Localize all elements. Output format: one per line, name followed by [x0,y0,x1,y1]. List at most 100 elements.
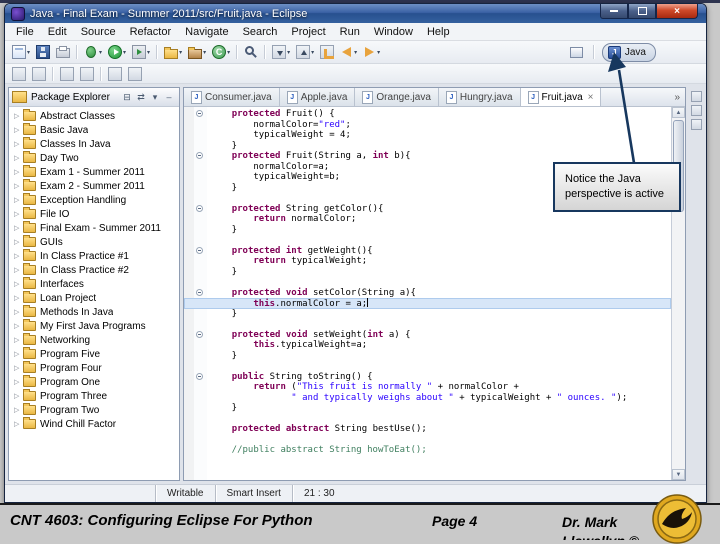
editor-tab-orange-java[interactable]: J Orange.java [355,88,439,106]
problems-view-icon[interactable] [690,119,702,130]
tree-item-guis[interactable]: ▷ GUIs [9,235,179,249]
java-browsing-icon[interactable] [10,65,28,83]
fold-marker-icon[interactable] [196,330,203,338]
fold-marker-icon[interactable] [196,204,203,212]
toggle-mark-occurrences-icon[interactable] [58,65,76,83]
dropdown-arrow-icon[interactable]: ▾ [203,49,206,56]
dropdown-arrow-icon[interactable]: ▾ [179,49,182,56]
dropdown-arrow-icon[interactable]: ▾ [99,49,102,56]
scroll-up-icon[interactable]: ▲ [672,107,685,118]
menu-navigate[interactable]: Navigate [178,25,235,39]
show-whitespace-icon[interactable] [106,65,124,83]
editor-tab-apple-java[interactable]: J Apple.java [279,88,356,106]
expand-arrow-icon[interactable]: ▷ [14,112,23,120]
dropdown-arrow-icon[interactable]: ▾ [377,49,380,56]
menu-help[interactable]: Help [420,25,457,39]
forward-icon[interactable]: ▾ [361,43,382,61]
expand-arrow-icon[interactable]: ▷ [14,308,23,316]
task-list-view-icon[interactable] [690,105,702,116]
dropdown-arrow-icon[interactable]: ▾ [311,49,314,56]
run-icon[interactable]: ▾ [106,43,128,61]
expand-arrow-icon[interactable]: ▷ [14,420,23,428]
expand-arrow-icon[interactable]: ▷ [14,336,23,344]
expand-arrow-icon[interactable]: ▷ [14,378,23,386]
fold-marker-icon[interactable] [196,152,203,159]
collapse-all-icon[interactable]: ⊟ [120,90,134,104]
new-java-package-icon[interactable]: ▾ [186,43,208,61]
print-icon[interactable] [54,43,72,61]
tree-item-networking[interactable]: ▷ Networking [9,333,179,347]
dropdown-arrow-icon[interactable]: ▾ [354,49,357,56]
new-java-project-icon[interactable]: ▾ [162,43,184,61]
expand-arrow-icon[interactable]: ▷ [14,280,23,288]
dropdown-arrow-icon[interactable]: ▾ [227,49,230,56]
expand-arrow-icon[interactable]: ▷ [14,224,23,232]
expand-arrow-icon[interactable]: ▷ [14,322,23,330]
tree-item-classes-in-java[interactable]: ▷ Classes In Java [9,137,179,151]
expand-arrow-icon[interactable]: ▷ [14,266,23,274]
expand-arrow-icon[interactable]: ▷ [14,210,23,218]
tree-item-abstract-classes[interactable]: ▷ Abstract Classes [9,109,179,123]
tree-item-in-class-practice-2[interactable]: ▷ In Class Practice #2 [9,263,179,277]
menu-search[interactable]: Search [236,25,285,39]
tree-item-exam-2-summer-2011[interactable]: ▷ Exam 2 - Summer 2011 [9,179,179,193]
last-edit-location-icon[interactable] [318,43,336,61]
menu-edit[interactable]: Edit [41,25,74,39]
view-menu-icon[interactable]: ▾ [148,90,162,104]
open-type-icon[interactable] [30,65,48,83]
tree-item-interfaces[interactable]: ▷ Interfaces [9,277,179,291]
toggle-block-selection-icon[interactable] [78,65,96,83]
minimize-button[interactable] [600,4,628,19]
fold-marker-icon[interactable] [196,246,203,254]
tree-item-program-one[interactable]: ▷ Program One [9,375,179,389]
editor-tab-fruit-java[interactable]: J Fruit.java × [520,88,602,106]
tree-item-wind-chill-factor[interactable]: ▷ Wind Chill Factor [9,417,179,431]
tree-item-my-first-java-programs[interactable]: ▷ My First Java Programs [9,319,179,333]
tab-overflow-indicator[interactable]: » [669,88,685,106]
expand-arrow-icon[interactable]: ▷ [14,238,23,246]
expand-arrow-icon[interactable]: ▷ [14,392,23,400]
tree-item-methods-in-java[interactable]: ▷ Methods In Java [9,305,179,319]
scroll-down-icon[interactable]: ▼ [672,469,685,480]
expand-arrow-icon[interactable]: ▷ [14,406,23,414]
menu-window[interactable]: Window [367,25,420,39]
expand-arrow-icon[interactable]: ▷ [14,126,23,134]
previous-annotation-icon[interactable]: ▾ [294,43,316,61]
debug-icon[interactable]: ▾ [82,43,104,61]
expand-arrow-icon[interactable]: ▷ [14,154,23,162]
tree-item-program-two[interactable]: ▷ Program Two [9,403,179,417]
tree-item-exception-handling[interactable]: ▷ Exception Handling [9,193,179,207]
back-icon[interactable]: ▾ [338,43,359,61]
expand-arrow-icon[interactable]: ▷ [14,364,23,372]
save-icon[interactable] [34,43,52,61]
tree-item-loan-project[interactable]: ▷ Loan Project [9,291,179,305]
tree-item-program-four[interactable]: ▷ Program Four [9,361,179,375]
run-external-tools-icon[interactable]: ▾ [130,43,152,61]
dropdown-arrow-icon[interactable]: ▾ [147,49,150,56]
dropdown-arrow-icon[interactable]: ▾ [123,49,126,56]
fold-marker-icon[interactable] [196,288,203,296]
maximize-button[interactable] [628,4,656,19]
open-perspective-icon[interactable] [568,44,586,60]
expand-arrow-icon[interactable]: ▷ [14,294,23,302]
editor-tab-consumer-java[interactable]: J Consumer.java [184,88,280,106]
menu-refactor[interactable]: Refactor [123,25,179,39]
dropdown-arrow-icon[interactable]: ▾ [287,49,290,56]
expand-arrow-icon[interactable]: ▷ [14,140,23,148]
fold-marker-icon[interactable] [196,372,203,380]
link-with-editor-icon[interactable]: ⇄ [134,90,148,104]
tree-item-exam-1-summer-2011[interactable]: ▷ Exam 1 - Summer 2011 [9,165,179,179]
expand-arrow-icon[interactable]: ▷ [14,168,23,176]
editor-tab-hungry-java[interactable]: J Hungry.java [438,88,521,106]
tree-item-program-five[interactable]: ▷ Program Five [9,347,179,361]
menu-file[interactable]: File [9,25,41,39]
tree-item-file-io[interactable]: ▷ File IO [9,207,179,221]
tree-item-final-exam-summer-2011[interactable]: ▷ Final Exam - Summer 2011 [9,221,179,235]
outline-view-icon[interactable] [690,91,702,102]
word-wrap-icon[interactable] [126,65,144,83]
window-titlebar[interactable]: Java - Final Exam - Summer 2011/src/Frui… [5,4,706,23]
close-tab-icon[interactable]: × [588,92,594,103]
menu-run[interactable]: Run [333,25,367,39]
minimize-view-icon[interactable]: – [162,90,176,104]
expand-arrow-icon[interactable]: ▷ [14,196,23,204]
